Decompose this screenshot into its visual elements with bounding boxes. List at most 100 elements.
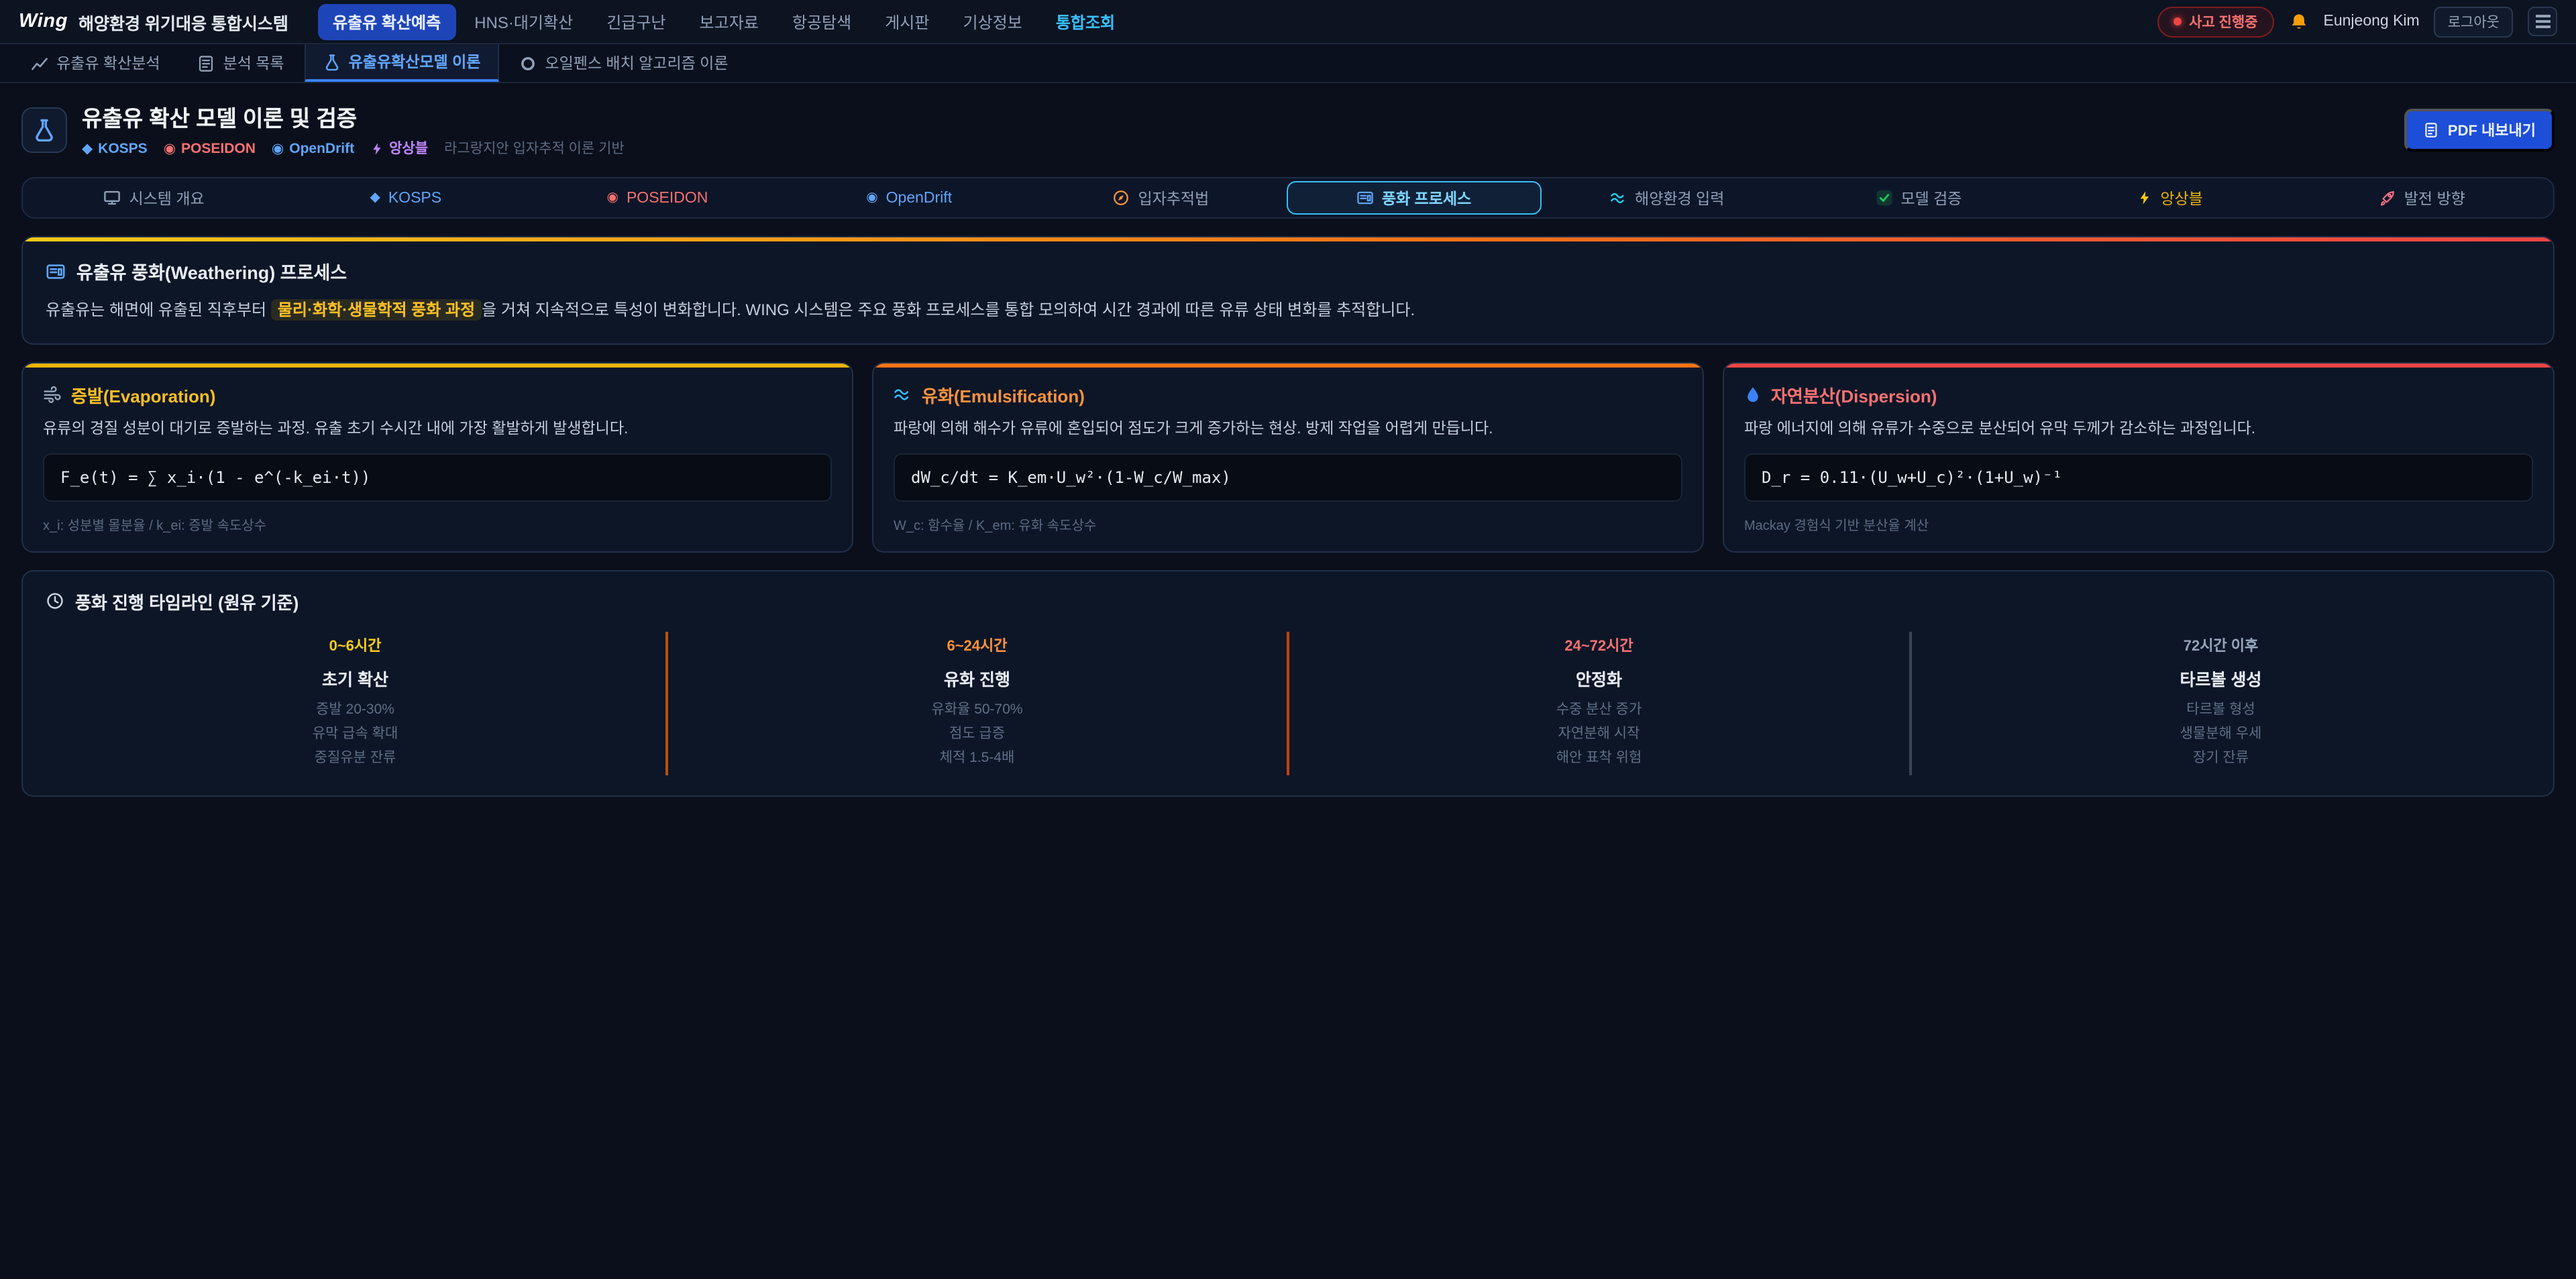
process-cards: 증발(Evaporation) 유류의 경질 성분이 대기로 증발하는 과정. … [21, 362, 2555, 553]
pulse-dot-icon [2173, 17, 2181, 25]
weathering-intro-paragraph: 유출유는 해면에 유출된 직후부터 물리·화학·생물학적 풍화 과정을 거쳐 지… [46, 298, 2530, 323]
badge-poseidon: ◉ POSEIDON [164, 140, 256, 156]
timeline-title-row: 풍화 진행 타임라인 (원유 기준) [46, 589, 2530, 614]
subtab-diffusion-analysis[interactable]: 유출유 확산분석 [13, 44, 178, 82]
card-evaporation-title-row: 증발(Evaporation) [43, 382, 832, 407]
tab-kosps[interactable]: ◆ KOSPS [280, 181, 531, 215]
timeline-phase-initial-spread: 0~6시간 초기 확산 증발 20-30% 유막 급속 확대 중질유분 잔류 [46, 632, 665, 776]
timeline-phase-emulsification: 6~24시간 유화 진행 유화율 50-70% 점도 급증 체적 1.5-4배 [665, 632, 1287, 776]
nav-item-board[interactable]: 게시판 [870, 3, 944, 40]
wave-icon [1609, 189, 1627, 207]
wind-icon [43, 385, 62, 404]
list-icon [198, 54, 215, 72]
phase-details: 수중 분산 증가 자연분해 시작 해안 표착 위험 [1303, 699, 1895, 771]
badge-opendrift: ◉ OpenDrift [272, 140, 354, 156]
top-nav: Wing 해양환경 위기대응 통합시스템 유출유 확산예측 HNS·대기확산 긴… [0, 0, 2576, 44]
tab-system-overview[interactable]: 시스템 개요 [28, 181, 280, 215]
subtab-analysis-list[interactable]: 분석 목록 [180, 44, 302, 82]
subtab-oil-fence-algorithm-theory[interactable]: 오일펜스 배치 알고리즘 이론 [502, 44, 745, 82]
diamond-icon: ◆ [82, 140, 93, 156]
ring-icon [519, 54, 537, 72]
logout-button[interactable]: 로그아웃 [2434, 6, 2513, 37]
card-emulsification: 유화(Emulsification) 파랑에 의해 해수가 유류에 혼입되어 점… [872, 362, 1704, 553]
phase-name: 타르볼 생성 [1925, 665, 2517, 691]
lightning-icon [2137, 189, 2152, 207]
timeline-phase-stabilization: 24~72시간 안정화 수중 분산 증가 자연분해 시작 해안 표착 위험 [1287, 632, 1909, 776]
nav-item-weather-info[interactable]: 기상정보 [948, 3, 1036, 40]
page-header: 유출유 확산 모델 이론 및 검증 ◆ KOSPS ◉ POSEIDON ◉ O… [0, 83, 2576, 172]
phase-name: 초기 확산 [59, 665, 651, 691]
page-header-text: 유출유 확산 모델 이론 및 검증 ◆ KOSPS ◉ POSEIDON ◉ O… [82, 101, 625, 158]
rocket-icon [2379, 189, 2396, 207]
phase-name: 안정화 [1303, 665, 1895, 691]
monitor-icon [103, 189, 121, 207]
flask-icon [323, 53, 341, 70]
main-nav: 유출유 확산예측 HNS·대기확산 긴급구난 보고자료 항공탐색 게시판 기상정… [318, 3, 1130, 40]
tab-weathering-process[interactable]: 풍화 프로세스 [1287, 181, 1541, 215]
timeline-title: 풍화 진행 타임라인 (원유 기준) [75, 589, 299, 614]
circled-dot-icon: ◉ [866, 190, 877, 205]
card-dispersion: 자연분산(Dispersion) 파랑 에너지에 의해 유류가 수중으로 분산되… [1723, 362, 2555, 553]
circled-dot-icon: ◉ [164, 140, 176, 156]
diamond-icon: ◆ [370, 190, 380, 205]
header-subtitle: 라그랑지안 입자추적 이론 기반 [444, 138, 625, 158]
badge-ensemble: 앙상블 [370, 138, 428, 158]
nav-item-oil-spill-forecast[interactable]: 유출유 확산예측 [318, 3, 455, 40]
phase-name: 유화 진행 [681, 665, 1273, 691]
card-note: Mackay 경험식 기반 분산율 계산 [1744, 514, 2533, 534]
brand-home[interactable]: Wing 해양환경 위기대응 통합시스템 [19, 9, 288, 34]
section-tab-strip: 시스템 개요 ◆ KOSPS ◉ POSEIDON ◉ OpenDrift 입자… [21, 177, 2555, 219]
hamburger-menu-icon[interactable] [2528, 7, 2557, 36]
top-nav-right: 사고 진행중 Eunjeong Kim 로그아웃 [2157, 6, 2557, 37]
phase-time: 72시간 이후 [1925, 634, 2517, 656]
weathering-intro-section: 유출유 풍화(Weathering) 프로세스 유출유는 해면에 유출된 직후부… [21, 236, 2555, 344]
incident-status-badge[interactable]: 사고 진행중 [2157, 6, 2273, 37]
nav-item-aerial-search[interactable]: 항공탐색 [777, 3, 866, 40]
nav-item-hns-atmospheric[interactable]: HNS·대기확산 [460, 3, 588, 40]
evaporation-formula: F_e(t) = ∑ x_i·(1 - e^(-k_ei·t)) [43, 453, 832, 502]
card-title: 증발(Evaporation) [71, 382, 215, 407]
tab-opendrift[interactable]: ◉ OpenDrift [784, 181, 1035, 215]
circled-dot-icon: ◉ [272, 140, 284, 156]
phase-details: 타르볼 형성 생물분해 우세 장기 잔류 [1925, 699, 2517, 771]
compass-icon [1112, 189, 1130, 207]
chart-icon [31, 54, 48, 72]
pdf-export-button[interactable]: PDF 내보내기 [2405, 108, 2555, 151]
tab-poseidon[interactable]: ◉ POSEIDON [531, 181, 783, 215]
check-icon [1875, 189, 1892, 207]
document-icon [2424, 121, 2440, 137]
phase-time: 6~24시간 [681, 634, 1273, 656]
tab-particle-tracking[interactable]: 입자추적법 [1035, 181, 1287, 215]
card-title: 자연분산(Dispersion) [1771, 382, 1937, 407]
tab-ensemble[interactable]: 앙상블 [2045, 181, 2296, 215]
card-description: 유류의 경질 성분이 대기로 증발하는 과정. 유출 초기 수시간 내에 가장 … [43, 418, 832, 441]
nav-item-integrated-search[interactable]: 통합조회 [1041, 3, 1130, 40]
page-flask-icon [21, 107, 67, 152]
page-title: 유출유 확산 모델 이론 및 검증 [82, 101, 625, 133]
sub-tab-bar: 유출유 확산분석 분석 목록 유출유확산모델 이론 오일펜스 배치 알고리즘 이… [0, 44, 2576, 83]
tab-model-validation[interactable]: 모델 검증 [1792, 181, 2044, 215]
card-description: 파랑에 의해 해수가 유류에 혼입되어 점도가 크게 증가하는 현상. 방제 작… [894, 418, 1682, 441]
clock-icon [46, 592, 64, 611]
phase-details: 증발 20-30% 유막 급속 확대 중질유분 잔류 [59, 699, 651, 771]
tab-future-direction[interactable]: 발전 방향 [2296, 181, 2548, 215]
news-icon [1356, 189, 1374, 207]
weathering-timeline-section: 풍화 진행 타임라인 (원유 기준) 0~6시간 초기 확산 증발 20-30%… [21, 570, 2555, 797]
nav-item-reports[interactable]: 보고자료 [685, 3, 773, 40]
subtab-diffusion-model-theory[interactable]: 유출유확산모델 이론 [305, 44, 500, 82]
weathering-section-title-row: 유출유 풍화(Weathering) 프로세스 [46, 258, 2530, 284]
tab-marine-environment-input[interactable]: 해양환경 입력 [1541, 181, 1792, 215]
emulsification-formula: dW_c/dt = K_em·U_w²·(1-W_c/W_max) [894, 453, 1682, 502]
card-note: x_i: 성분별 몰분율 / k_ei: 증발 속도상수 [43, 514, 832, 534]
nav-item-emergency-rescue[interactable]: 긴급구난 [592, 3, 680, 40]
app-root: Wing 해양환경 위기대응 통합시스템 유출유 확산예측 HNS·대기확산 긴… [0, 0, 2576, 1279]
lightning-icon [370, 140, 384, 156]
card-description: 파랑 에너지에 의해 유류가 수중으로 분산되어 유막 두께가 감소하는 과정입… [1744, 418, 2533, 441]
card-note: W_c: 함수율 / K_em: 유화 속도상수 [894, 514, 1682, 534]
model-badge-row: ◆ KOSPS ◉ POSEIDON ◉ OpenDrift 앙상블 라그랑지안… [82, 138, 625, 158]
card-title: 유화(Emulsification) [922, 382, 1085, 407]
timeline-phase-tarball: 72시간 이후 타르볼 생성 타르볼 형성 생물분해 우세 장기 잔류 [1909, 632, 2530, 776]
user-name: Eunjeong Kim [2324, 13, 2420, 30]
notification-bell-icon[interactable] [2289, 11, 2309, 32]
weathering-highlight: 물리·화학·생물학적 풍화 과정 [271, 299, 482, 321]
